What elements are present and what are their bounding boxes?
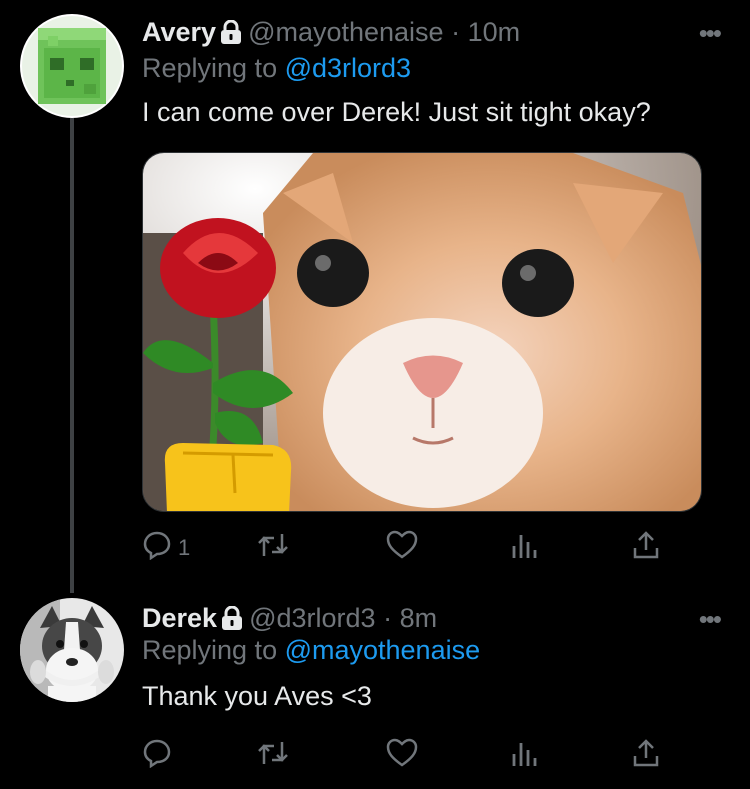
- analytics-button[interactable]: [509, 530, 539, 565]
- author-name[interactable]: Derek: [142, 603, 217, 633]
- tweet-avery[interactable]: Avery @mayothenaise · 10m ••• Replying to…: [0, 0, 750, 593]
- reply-icon: [142, 530, 172, 565]
- replying-to: Replying to @d3rlord3: [142, 50, 411, 86]
- tweet-derek[interactable]: Derek @d3rlord3 · 8m ••• Replying to @may…: [0, 590, 750, 789]
- author-handle[interactable]: @d3rlord3: [249, 603, 375, 633]
- replying-to-link[interactable]: @mayothenaise: [285, 635, 481, 665]
- timestamp[interactable]: 10m: [468, 17, 521, 47]
- reply-count: 1: [178, 534, 191, 560]
- author-handle[interactable]: @mayothenaise: [248, 17, 444, 47]
- avatar[interactable]: [20, 598, 124, 702]
- tweet-actions: 1: [142, 530, 682, 561]
- replying-prefix: Replying to: [142, 635, 285, 665]
- tweet-text: Thank you Aves <3: [142, 681, 372, 711]
- analytics-icon: [509, 738, 539, 773]
- more-icon[interactable]: •••: [699, 18, 722, 49]
- like-button[interactable]: [386, 738, 418, 773]
- replying-prefix: Replying to: [142, 53, 285, 83]
- tweet-header: Avery @mayothenaise · 10m: [142, 14, 520, 53]
- share-button[interactable]: [632, 530, 660, 565]
- like-button[interactable]: [386, 530, 418, 565]
- retweet-button[interactable]: [256, 530, 290, 565]
- analytics-icon: [509, 530, 539, 565]
- share-icon: [632, 530, 660, 565]
- share-button[interactable]: [632, 738, 660, 773]
- retweet-icon: [256, 738, 290, 773]
- author-name[interactable]: Avery: [142, 17, 216, 47]
- lock-icon: [220, 17, 242, 53]
- retweet-icon: [256, 530, 290, 565]
- tweet-media[interactable]: [142, 152, 702, 512]
- replying-to: Replying to @mayothenaise: [142, 632, 480, 668]
- reply-button[interactable]: 1: [142, 530, 190, 565]
- like-icon: [386, 530, 418, 565]
- timestamp[interactable]: 8m: [400, 603, 438, 633]
- thread-line: [70, 118, 74, 593]
- share-icon: [632, 738, 660, 773]
- retweet-button[interactable]: [256, 738, 290, 773]
- separator: ·: [383, 603, 393, 633]
- tweet-text: I can come over Derek! Just sit tight ok…: [142, 97, 651, 127]
- like-icon: [386, 738, 418, 773]
- reply-button[interactable]: [142, 738, 178, 773]
- replying-to-link[interactable]: @d3rlord3: [285, 53, 411, 83]
- more-icon[interactable]: •••: [699, 604, 722, 635]
- tweet-actions: [142, 738, 682, 769]
- separator: ·: [451, 17, 461, 47]
- avatar[interactable]: [20, 14, 124, 118]
- analytics-button[interactable]: [509, 738, 539, 773]
- reply-icon: [142, 738, 172, 773]
